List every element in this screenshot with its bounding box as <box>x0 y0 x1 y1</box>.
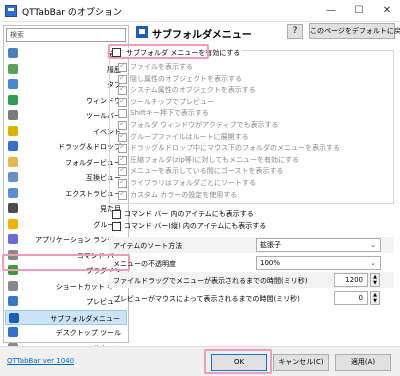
sidebar-item[interactable]: サブフォルダメニュー <box>5 309 127 325</box>
app-icon <box>5 5 17 17</box>
history-icon <box>8 63 18 74</box>
commandbar-option-label: コマンド バー 内のアイテムにも表示する <box>124 210 254 218</box>
eye-icon <box>8 203 18 213</box>
setting-label: プレビューがマウスによって表示されるまでの時間(ミリ秒) <box>113 294 300 303</box>
desktop-tool-icon <box>8 327 18 337</box>
sidebar-item-label: サブフォルダメニュー <box>50 314 120 323</box>
sub-option-checkbox[interactable] <box>118 142 127 154</box>
help-button[interactable]: ? <box>287 24 303 39</box>
compat-view-icon <box>8 172 18 182</box>
extra-view-icon <box>8 187 18 198</box>
cancel-button[interactable]: キャンセル(C) <box>273 354 329 371</box>
sub-option-checkbox[interactable] <box>118 154 127 165</box>
tab-icon <box>8 79 18 89</box>
sub-option-checkbox[interactable] <box>118 189 127 200</box>
setting-number-input[interactable]: 0 <box>334 290 368 305</box>
sub-option-label: システム属性のオブジェクトを表示する <box>130 86 256 95</box>
subfolder-menu-icon <box>9 312 19 323</box>
lightning-icon <box>8 125 18 136</box>
sub-option-checkbox[interactable] <box>118 73 127 84</box>
sub-option-checkbox[interactable] <box>118 109 127 119</box>
setting-select-value: 100% <box>260 258 281 267</box>
launcher-icon <box>8 234 18 244</box>
subfolder-menu-icon <box>136 26 148 38</box>
setting-select[interactable]: 100% ⌄ <box>256 255 381 270</box>
ok-highlight <box>204 349 272 374</box>
sidebar-item[interactable]: グループ <box>5 217 127 232</box>
chevron-down-icon: ⌄ <box>370 258 376 267</box>
sub-option-checkbox[interactable] <box>118 165 127 177</box>
sub-option-label: フォルダ ウィンドウがアクティブでも表示する <box>130 121 279 129</box>
sub-option-label: Shiftキー押下で表示する <box>130 109 209 118</box>
sub-option-label: ドラッグ＆ドロップ中にマウス下のフォルダのメニューを表示する <box>130 144 340 153</box>
keyboard-icon <box>8 280 18 291</box>
search-input[interactable]: 検索 <box>6 28 126 42</box>
drag-drop-icon <box>8 141 18 151</box>
apply-button[interactable]: 適用(A) <box>335 354 391 371</box>
sub-option-label: グループファイルはルートに展開する <box>130 132 249 141</box>
sidebar-item-label: デスクトップ ツール <box>55 329 121 337</box>
setting-label: メニューの不透明度 <box>113 259 176 268</box>
sub-option-label: メニューを表示している間にゴーストを表示する <box>130 167 284 176</box>
sub-option-label: 圧縮フォルダ(zip等)に対してもメニューを有効にする <box>130 155 300 164</box>
spinner-icon[interactable]: ▲ ▼ <box>370 273 380 287</box>
sub-option-checkbox[interactable] <box>118 177 127 188</box>
commandbar-option-checkbox[interactable] <box>112 210 121 219</box>
chevron-down-icon: ⌄ <box>370 241 376 249</box>
setting-label: アイテムのソート方法 <box>113 242 183 250</box>
settings-icon <box>8 48 18 58</box>
footer: QTTabBar ver 1040 OK キャンセル(C) 適用(A) <box>0 346 400 376</box>
sub-option-label: カスタム カラーの設定を使用する <box>130 190 238 199</box>
sub-option-checkbox[interactable] <box>118 84 127 96</box>
sub-option-checkbox[interactable] <box>118 131 127 142</box>
sidebar-highlight <box>2 254 130 271</box>
commandbar-option-label: コマンド バー(縦) 内のアイテムにも表示する <box>124 222 267 230</box>
enable-option-highlight <box>108 44 209 59</box>
commandbar-option-checkbox[interactable] <box>112 222 121 231</box>
sidebar-item[interactable]: デスクトップ ツール <box>5 325 127 340</box>
spinner-icon[interactable]: ▲ ▼ <box>370 290 380 305</box>
sub-option-checkbox[interactable] <box>118 96 127 107</box>
sub-option-label: ファイルを表示する <box>130 63 193 71</box>
minimize-button[interactable]: — <box>316 0 346 22</box>
page-title: サブフォルダメニュー <box>152 30 252 41</box>
sub-option-label: ライブラリはフォルダごとにソートする <box>130 179 256 187</box>
toolbar-icon <box>8 110 18 120</box>
setting-number-input[interactable]: 1200 <box>334 273 368 287</box>
sub-option-checkbox[interactable] <box>118 119 127 130</box>
title-bar: QTTabBar のオプション — ☐ ✕ <box>0 0 400 22</box>
close-button[interactable]: ✕ <box>372 0 400 22</box>
setting-select-value: 拡張子 <box>260 241 281 249</box>
star-icon <box>8 218 18 229</box>
preview-icon <box>8 296 18 306</box>
window-title: QTTabBar のオプション <box>22 8 122 18</box>
folder-view-icon <box>8 156 18 167</box>
sub-option-label: 隠し属性のオブジェクトを表示する <box>130 74 242 83</box>
restore-defaults-button[interactable]: このページをデフォルトに戻す <box>309 23 400 39</box>
version-link[interactable]: QTTabBar ver 1040 <box>7 357 74 365</box>
sub-option-label: ツールチップでプレビュー <box>130 97 214 106</box>
setting-select[interactable]: 拡張子 ⌄ <box>256 238 381 252</box>
setting-label: ファイルドラッグでメニューが表示されるまでの時間(ミリ秒) <box>113 277 308 285</box>
sub-option-checkbox[interactable] <box>118 61 127 72</box>
window-icon <box>8 94 18 105</box>
maximize-button[interactable]: ☐ <box>344 0 374 22</box>
sidebar-item[interactable]: プレビュー <box>5 294 127 309</box>
